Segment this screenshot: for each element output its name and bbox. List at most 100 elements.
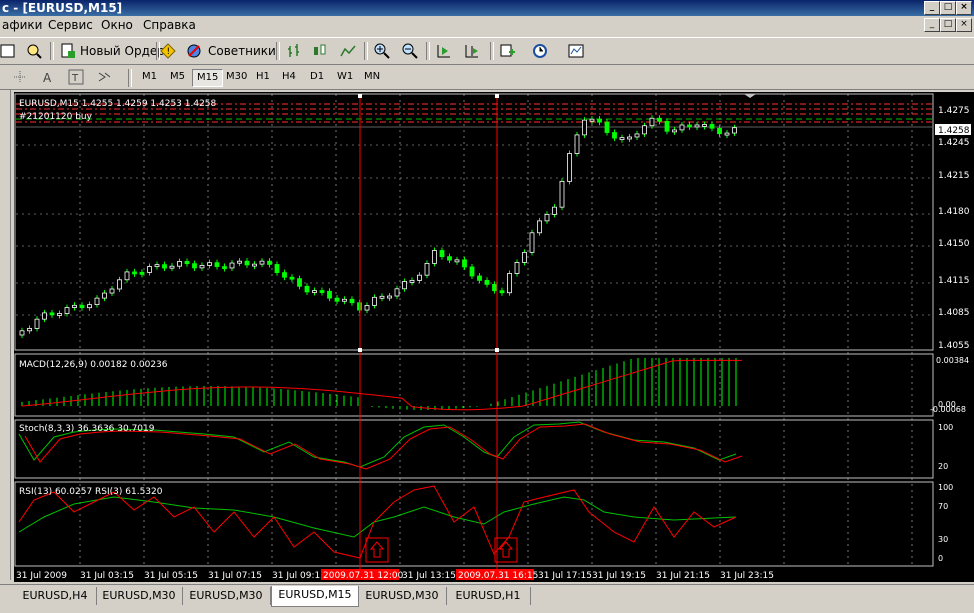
buy-arrow-icon [369, 541, 385, 558]
time-label: 31 Jul 17:15 [538, 571, 592, 581]
svg-text:A: A [43, 71, 52, 85]
chart-tab[interactable]: EURUSD,M30 [96, 587, 183, 605]
price-label: 1.4245 [938, 138, 970, 148]
chart-tab-active[interactable]: EURUSD,M15 [271, 586, 359, 607]
time-label: 31 Jul 21:15 [656, 571, 710, 581]
macd-label: MACD(12,26,9) 0.00182 0.00236 [19, 360, 168, 370]
candlestick-icon[interactable] [312, 43, 328, 59]
time-label: 31 Jul 19:15 [592, 571, 646, 581]
macd-scale: -0.00068 [930, 405, 966, 414]
tf-mn[interactable]: MN [360, 69, 384, 85]
mdi-minimize-button[interactable]: _ [924, 18, 940, 32]
price-label: 1.4115 [938, 276, 970, 286]
price-label: 1.4085 [938, 308, 970, 318]
tf-h4[interactable]: H4 [278, 69, 300, 85]
separator [128, 69, 132, 87]
menu-charts[interactable]: афики [2, 18, 42, 32]
chart-tab[interactable]: EURUSD,M30 [358, 587, 447, 605]
new-order-button[interactable]: Новый Ордер [80, 41, 165, 61]
chart-canvas[interactable]: EURUSD,M15 1.4255 1.4259 1.4253 1.4258 #… [14, 92, 974, 582]
line-chart-icon[interactable] [340, 43, 356, 59]
mdi-restore-button[interactable]: □ [940, 18, 956, 32]
menu-bar: афики Сервис Окно Справка _ □ × [0, 16, 974, 34]
title-bar: c - [EURUSD,M15] _ □ × [0, 0, 974, 16]
order-label: #21201120 buy [19, 112, 93, 122]
chart-header: EURUSD,M15 1.4255 1.4259 1.4253 1.4258 [19, 99, 217, 109]
tf-d1[interactable]: D1 [306, 69, 328, 85]
close-button[interactable]: × [956, 1, 972, 15]
tf-m30[interactable]: M30 [222, 69, 251, 85]
svg-text:!: ! [167, 47, 171, 57]
time-label: 31 Jul 09:15 [272, 571, 326, 581]
minimize-button[interactable]: _ [924, 1, 940, 15]
new-order-icon[interactable] [60, 43, 76, 59]
periods-icon[interactable] [532, 43, 548, 59]
stoch-scale: 20 [938, 462, 948, 471]
main-toolbar: Новый Ордер ! Советники [0, 37, 974, 65]
time-label: 31 Jul 07:15 [208, 571, 262, 581]
left-panel-edge[interactable] [0, 90, 11, 580]
tf-m1[interactable]: M1 [138, 69, 161, 85]
indicators-icon[interactable] [500, 43, 516, 59]
buy-arrow-icon [498, 541, 514, 558]
macd-scale: 0.00384 [936, 356, 969, 365]
svg-text:T: T [71, 73, 79, 84]
rsi-scale: 0 [938, 554, 943, 563]
separator [490, 42, 494, 60]
zoom-in-icon[interactable] [374, 43, 390, 59]
market-watch-icon[interactable] [26, 43, 42, 59]
menu-service[interactable]: Сервис [48, 18, 93, 32]
separator [426, 42, 430, 60]
tf-h1[interactable]: H1 [252, 69, 274, 85]
maximize-button[interactable]: □ [940, 1, 956, 15]
bar-chart-icon[interactable] [286, 43, 302, 59]
tf-m5[interactable]: M5 [166, 69, 189, 85]
chart-shift-icon[interactable] [464, 43, 480, 59]
price-label: 1.4055 [938, 341, 970, 351]
advisors-icon[interactable] [186, 43, 202, 59]
current-price: 1.4258 [938, 126, 970, 136]
candles [19, 115, 737, 338]
chart-shift-marker[interactable] [744, 94, 756, 98]
price-label: 1.4275 [938, 106, 970, 116]
mdi-close-button[interactable]: × [956, 18, 972, 32]
price-label: 1.4180 [938, 207, 970, 217]
rsi-scale: 100 [938, 483, 953, 492]
menu-help[interactable]: Справка [143, 18, 196, 32]
templates-icon[interactable] [568, 43, 584, 59]
tf-m15[interactable]: M15 [192, 69, 224, 87]
text-icon[interactable]: A [40, 69, 56, 85]
marker-time-label: 2009.07.31 16:15 [458, 571, 538, 581]
alert-icon[interactable]: ! [160, 43, 176, 59]
time-label: 31 Jul 05:15 [144, 571, 198, 581]
zoom-out-icon[interactable] [402, 43, 418, 59]
crosshair-icon[interactable] [12, 69, 28, 85]
time-axis: 31 Jul 2009 31 Jul 03:15 31 Jul 05:15 31… [16, 569, 774, 581]
rsi-scale: 30 [938, 535, 948, 544]
text-label-icon[interactable]: T [68, 69, 84, 85]
advisors-button[interactable]: Советники [208, 41, 276, 61]
autoscroll-icon[interactable] [436, 43, 452, 59]
separator [50, 42, 54, 60]
chart-tab[interactable]: EURUSD,H4 [14, 587, 97, 605]
price-label: 1.4215 [938, 171, 970, 181]
price-label: 1.4150 [938, 239, 970, 249]
chart-tab[interactable]: EURUSD,M30 [182, 587, 271, 605]
main-pane-border [14, 93, 934, 351]
chart-tab[interactable]: EURUSD,H1 [446, 587, 531, 605]
stoch-label: Stoch(8,3,3) 36.3636 30.7019 [19, 424, 155, 434]
arrows-icon[interactable] [96, 69, 112, 85]
signal-markers [358, 94, 518, 572]
new-chart-icon[interactable] [0, 43, 16, 59]
rsi-scale: 70 [938, 502, 948, 511]
stoch-scale: 100 [938, 423, 953, 432]
timeframe-toolbar: A T M1 M5 M15 M30 H1 H4 D1 W1 MN [0, 65, 974, 90]
menu-window[interactable]: Окно [101, 18, 133, 32]
price-axis: 1.4275 1.4245 1.4215 1.4180 1.4150 1.411… [930, 106, 971, 563]
time-label: 31 Jul 23:15 [720, 571, 774, 581]
window-title: c - [EURUSD,M15] [2, 1, 123, 15]
chart-window[interactable]: EURUSD,M15 1.4255 1.4259 1.4253 1.4258 #… [14, 92, 974, 582]
separator [364, 42, 368, 60]
tf-w1[interactable]: W1 [333, 69, 357, 85]
marker-time-label: 2009.07.31 12:00 [323, 571, 404, 581]
